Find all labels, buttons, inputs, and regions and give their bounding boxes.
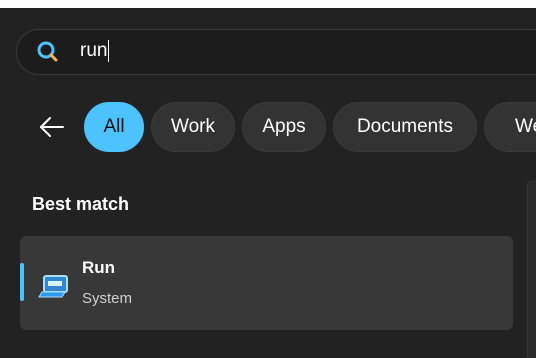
search-query-text: run [80,40,108,61]
back-arrow-icon[interactable] [36,114,66,140]
selection-indicator [20,263,24,301]
filter-all-button[interactable]: All [84,102,144,152]
filter-work-button[interactable]: Work [151,102,235,152]
top-edge [0,0,536,8]
result-subtitle: System [82,290,133,307]
result-title: Run [82,258,116,277]
filter-documents-button[interactable]: Documents [333,102,477,152]
search-icon [37,41,58,62]
best-match-result-card[interactable] [20,236,513,330]
text-cursor [108,40,110,62]
search-input[interactable]: run [80,40,110,62]
start-search-panel: run All Work Apps Documents Web Best mat… [0,0,536,358]
details-pane-edge [527,180,536,358]
filter-web-button[interactable]: Web [484,102,536,152]
filter-apps-button[interactable]: Apps [242,102,326,152]
best-match-heading: Best match [32,194,130,214]
run-app-icon [38,275,68,298]
